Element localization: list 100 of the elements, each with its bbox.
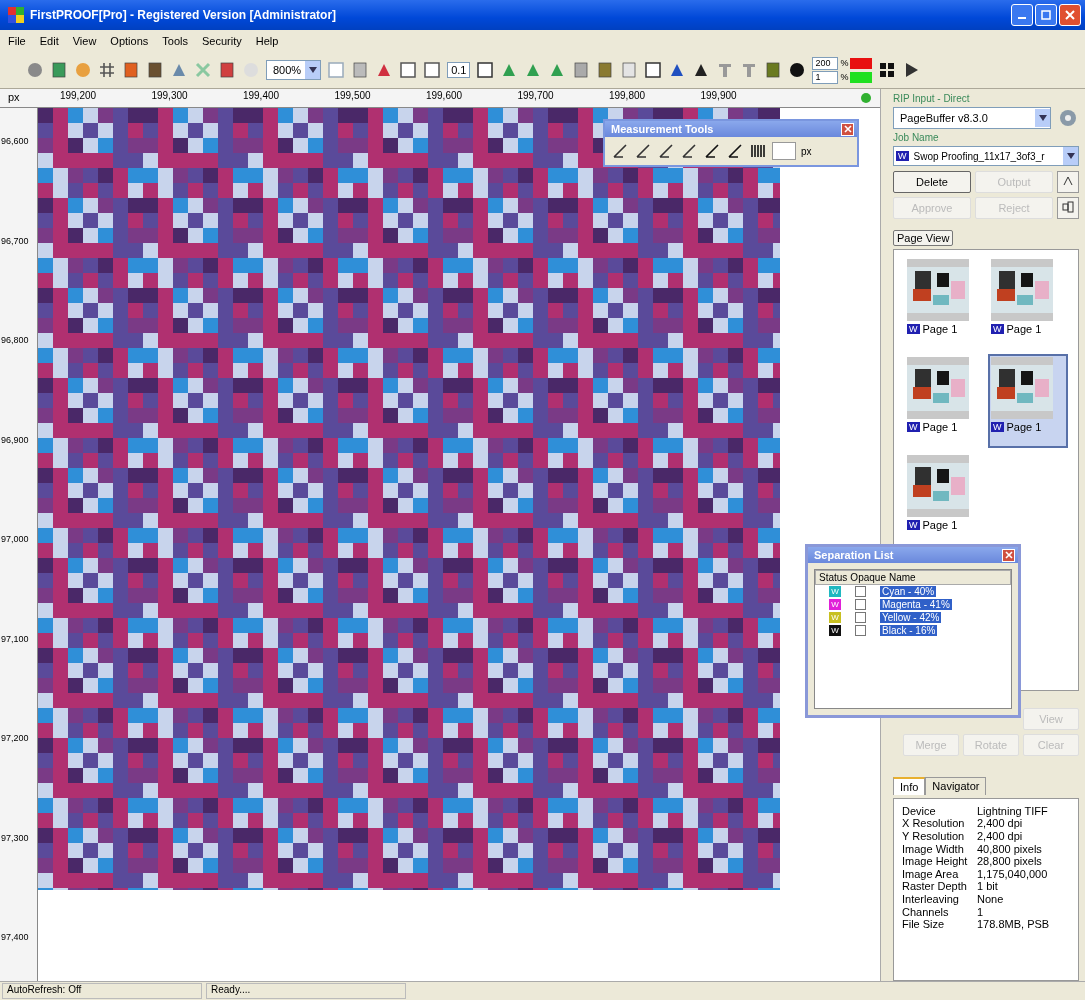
- square-icon[interactable]: [644, 61, 663, 79]
- sort-button[interactable]: [1057, 171, 1079, 193]
- separation-name[interactable]: Yellow - 42%: [880, 612, 942, 623]
- color-badge: W: [829, 625, 841, 636]
- panel-title: Separation List: [814, 549, 894, 561]
- info-value: Lightning TIFF: [977, 804, 1048, 818]
- maximize-icon: [1041, 10, 1051, 20]
- maximize-button[interactable]: [1035, 4, 1057, 26]
- ruler-label: 199,200: [59, 90, 97, 101]
- app-icon: [8, 7, 24, 23]
- menu-item[interactable]: Tools: [162, 35, 188, 47]
- menu-item[interactable]: Options: [110, 35, 149, 47]
- info-value: 1: [977, 905, 984, 919]
- info-label: File Size: [902, 918, 946, 931]
- dot-icon[interactable]: [788, 61, 807, 79]
- page-label: Page 1: [1006, 323, 1042, 335]
- info-label: Interleaving: [902, 893, 960, 906]
- checkbox[interactable]: [855, 599, 866, 610]
- tab[interactable]: Info: [893, 776, 926, 795]
- info-label: Image Area: [902, 867, 960, 881]
- section-label: RIP Input - Direct: [893, 93, 971, 104]
- info-value: None: [977, 893, 1004, 906]
- page-label: Page 1: [922, 421, 958, 433]
- checkbox[interactable]: [855, 612, 866, 623]
- swatch-icon[interactable]: [850, 57, 873, 69]
- caret-icon: [1066, 153, 1075, 159]
- page-thumbnail[interactable]: W Page 1: [988, 256, 1068, 350]
- separation-name[interactable]: Black - 16%: [880, 625, 938, 636]
- page-thumbnail[interactable]: W Page 1: [988, 354, 1068, 448]
- unit-field[interactable]: [772, 142, 796, 160]
- grid-icon[interactable]: [878, 61, 897, 79]
- info-label: X Resolution: [902, 817, 966, 831]
- w-badge: W: [991, 422, 1004, 432]
- value-field[interactable]: 200: [812, 56, 839, 70]
- ruler-label: 199,700: [517, 90, 554, 101]
- ruler-label: 199,500: [334, 90, 371, 101]
- ruler-label: 199,800: [608, 90, 646, 101]
- zoom-dropdown[interactable]: 800%: [266, 60, 322, 80]
- info-label: Image Height: [902, 855, 969, 868]
- ruler-label: 199,900: [700, 90, 737, 101]
- ruler-label: 97,200: [1, 733, 29, 743]
- value-field[interactable]: 1: [812, 70, 839, 84]
- checkbox[interactable]: [855, 586, 866, 597]
- minimize-button[interactable]: [1011, 4, 1033, 26]
- close-button[interactable]: [1002, 548, 1015, 562]
- ruler-label: 97,000: [1, 534, 29, 544]
- line-width-field[interactable]: 0.1: [447, 62, 471, 78]
- w-badge: W: [907, 520, 920, 530]
- swatch-icon[interactable]: [850, 71, 873, 83]
- job-name-dropdown[interactable]: W Swop Proofing_11x17_3of3_r: [893, 146, 1079, 166]
- unit-label: %: [840, 58, 849, 68]
- info-value: 1,175,040,000: [977, 867, 1048, 881]
- ruler-label: 96,900: [1, 434, 29, 445]
- ruler-label: 96,800: [1, 335, 29, 345]
- info-label: Raster Depth: [902, 880, 968, 893]
- info-value: 1 bit: [977, 880, 998, 893]
- menu-item[interactable]: Help: [255, 35, 279, 47]
- document-icon[interactable]: [50, 61, 68, 79]
- link-button[interactable]: [1057, 197, 1079, 219]
- barcode-icon[interactable]: [749, 142, 767, 160]
- menu-item[interactable]: File: [8, 35, 26, 47]
- column-label: Opaque: [850, 572, 886, 583]
- rip-input-dropdown[interactable]: PageBuffer v8.3.0: [893, 107, 1051, 129]
- page-label: Page 1: [1006, 421, 1042, 433]
- checkbox[interactable]: [855, 625, 866, 636]
- square-icon[interactable]: [476, 61, 495, 79]
- separation-name[interactable]: Cyan - 40%: [880, 586, 937, 597]
- close-button[interactable]: [1059, 4, 1081, 26]
- menu-item[interactable]: Edit: [39, 35, 59, 47]
- close-button[interactable]: [841, 122, 854, 136]
- separation-name[interactable]: Magenta - 41%: [880, 599, 952, 610]
- info-value: 2,400 dpi: [977, 817, 1023, 831]
- color-badge: W: [829, 612, 841, 623]
- color-badge: W: [829, 586, 841, 597]
- ruler-label: 96,700: [1, 235, 29, 246]
- page-view-button[interactable]: Page View: [893, 230, 954, 246]
- w-badge: W: [991, 324, 1004, 334]
- square-icon[interactable]: [423, 61, 442, 79]
- info-value: 2,400 dpi: [977, 830, 1023, 843]
- status-text: Ready....: [206, 983, 406, 999]
- menu-item[interactable]: Security: [201, 35, 242, 47]
- job-action-button[interactable]: Delete: [893, 171, 971, 193]
- ruler-label: 199,600: [425, 90, 463, 101]
- tab[interactable]: Navigator: [925, 776, 987, 795]
- w-badge: W: [907, 422, 920, 432]
- unit-label: %: [840, 72, 849, 82]
- ruler-label: 97,400: [1, 932, 29, 942]
- menu-item[interactable]: View: [72, 35, 97, 47]
- ruler-label: 97,300: [1, 832, 29, 843]
- info-value: 28,800 pixels: [977, 855, 1042, 868]
- status-dot-icon: [860, 92, 872, 104]
- page-thumbnail[interactable]: W Page 1: [904, 256, 984, 350]
- ruler-label: 199,400: [242, 90, 280, 101]
- page-icon[interactable]: [572, 61, 591, 79]
- document-icon[interactable]: [122, 61, 140, 79]
- page-thumbnail[interactable]: W Page 1: [904, 452, 984, 546]
- page-thumbnail[interactable]: W Page 1: [904, 354, 984, 448]
- ruler-label: 199,300: [151, 90, 188, 101]
- column-label: Status: [819, 572, 848, 583]
- angle-icon[interactable]: [634, 142, 652, 160]
